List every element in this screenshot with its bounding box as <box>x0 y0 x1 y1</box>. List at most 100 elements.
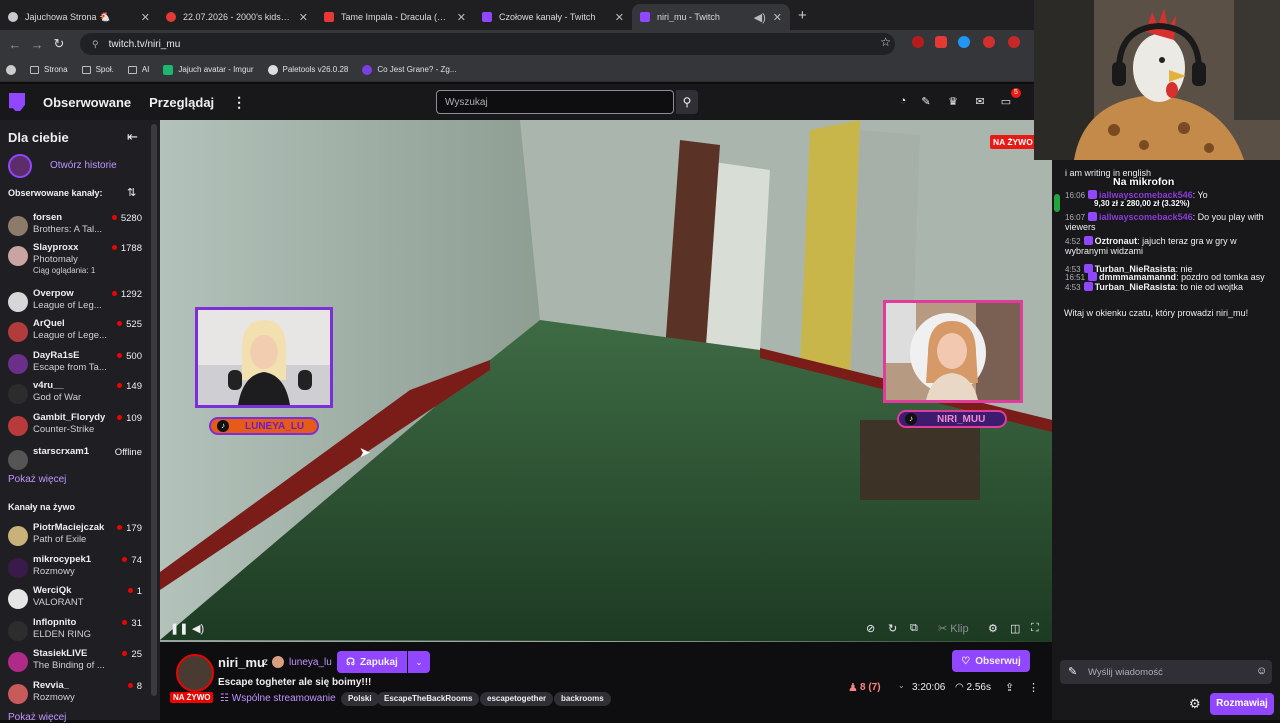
extension-icon[interactable]: ✎ <box>919 95 933 109</box>
bookmark-folder[interactable]: AI <box>127 65 149 74</box>
nav-browse[interactable]: Przeglądaj <box>149 95 214 110</box>
chat-username[interactable]: dmmmamamannd <box>1099 272 1176 282</box>
more-menu-icon[interactable]: ⋮ <box>232 94 246 111</box>
browser-tab-active[interactable]: niri_mu - Twitch ◀) ✕ <box>632 4 790 30</box>
chat-input[interactable]: Wyślij wiadomość <box>1060 660 1272 684</box>
replay-icon[interactable]: ↻ <box>888 622 897 635</box>
tag[interactable]: EscapeTheBackRooms <box>377 692 480 706</box>
sort-icon[interactable]: ⇅ <box>127 186 136 199</box>
volume-icon[interactable]: ◀) <box>192 622 204 635</box>
sidebar-channel[interactable]: DayRa1sE Escape from Ta... 500 <box>6 350 150 380</box>
theatre-mode-icon[interactable]: ◫ <box>1010 622 1020 635</box>
browser-tab[interactable]: 22.07.2026 - 2000's kids radio | ✕ <box>158 4 316 30</box>
tag[interactable]: Polski <box>341 692 379 706</box>
tiktok-name: LUNEYA_LU <box>245 420 305 432</box>
bookmark-folder[interactable]: Społ. <box>81 65 114 74</box>
sidebar-channel[interactable]: ArQuel League of Lege... 525 <box>6 318 150 348</box>
sidebar-channel[interactable]: Slayproxx Photomaly 1788 Ciąg oglądania: 1 <box>6 242 150 275</box>
show-more-link[interactable]: Pokaż więcej <box>8 474 66 485</box>
avatar[interactable] <box>272 656 284 668</box>
emote-icon[interactable]: ☺ <box>1256 665 1267 677</box>
sidebar-channel[interactable]: v4ru__ God of War 149 <box>6 380 150 410</box>
bits-icon[interactable]: ✎ <box>1068 665 1077 678</box>
tab-close-icon[interactable]: ✕ <box>457 11 466 24</box>
picture-in-picture-icon[interactable]: ⧉ <box>910 622 918 635</box>
webcam-overlay-right <box>883 300 1023 403</box>
prime-icon[interactable]: ◔ <box>896 95 910 109</box>
bookmark-link[interactable]: Paletools v26.0.28 <box>267 64 348 75</box>
sidebar-channel[interactable]: Inflopnito ELDEN RING 31 <box>6 617 150 647</box>
sidebar-channel[interactable]: WerciQk VALORANT 1 <box>6 585 150 615</box>
sidebar-channel[interactable]: mikrocypek1 Rozmowy 74 <box>6 554 150 584</box>
youtube-extension-icon[interactable] <box>935 36 947 48</box>
collapse-sidebar-icon[interactable]: ⇤ <box>127 129 138 145</box>
site-info-icon[interactable]: ⚲ <box>92 39 99 50</box>
extension-icon[interactable] <box>983 36 995 48</box>
reload-icon[interactable]: ↻ <box>48 36 70 52</box>
search-button[interactable]: ⚲ <box>676 90 698 114</box>
sidebar-channel[interactable]: PiotrMaciejczak Path of Exile 179 <box>6 522 150 552</box>
bookmark-folder[interactable]: Strona <box>30 65 68 74</box>
more-options-icon[interactable]: ⋮ <box>1028 681 1039 694</box>
fullscreen-icon[interactable]: ⛶ <box>1031 622 1039 635</box>
tab-audio-icon[interactable]: ◀) <box>754 11 766 24</box>
tag[interactable]: escapetogether <box>480 692 554 706</box>
url-bar[interactable]: ⚲ twitch.tv/niri_mu ☆ <box>80 33 895 55</box>
sidebar-channel[interactable]: Gambit_Florydy Counter-Strike 109 <box>6 412 150 442</box>
tab-close-icon[interactable]: ✕ <box>773 11 782 24</box>
tab-close-icon[interactable]: ✕ <box>615 11 624 24</box>
sidebar-channel[interactable]: starscrxam1 Offline <box>6 446 150 476</box>
bookmark-star-icon[interactable]: ☆ <box>880 35 891 49</box>
folder-icon <box>30 65 39 74</box>
channel-game: League of Leg... <box>33 300 102 311</box>
avatar <box>8 683 28 704</box>
mute-audio-icon[interactable]: ⊘ <box>866 622 875 635</box>
crown-icon[interactable]: ♛ <box>946 95 960 109</box>
raid-button[interactable]: ☊ Zapukaj <box>337 651 407 673</box>
twitch-logo-icon[interactable] <box>9 93 25 111</box>
inbox-icon[interactable]: ✉ <box>973 95 987 109</box>
sidebar-channel[interactable]: forsen Brothers: A Tal... 5280 <box>6 212 150 242</box>
open-history-link[interactable]: Otwórz historie <box>50 160 117 171</box>
sidebar-channel[interactable]: Revvia_ Rozmowy 8 <box>6 680 150 710</box>
share-icon[interactable]: ⇪ <box>1005 681 1014 694</box>
chat-username[interactable]: Oztronaut <box>1095 236 1138 246</box>
bookmark-chrome[interactable] <box>6 64 16 75</box>
avatar[interactable] <box>176 654 214 692</box>
sidebar-channel[interactable]: StasiekLIVE The Binding of ... 25 <box>6 648 150 678</box>
forward-icon[interactable]: → <box>26 37 48 52</box>
chat-send-button[interactable]: Rozmawiaj <box>1210 693 1274 715</box>
browser-tab[interactable]: Jajuchowa Strona 🐔 ✕ <box>0 4 158 30</box>
whispers-icon[interactable]: ▭ <box>999 95 1013 109</box>
browser-tab[interactable]: Tame Impala - Dracula (Official ✕ <box>316 4 474 30</box>
new-tab-button[interactable]: + <box>798 7 807 24</box>
extension-icon[interactable] <box>958 36 970 48</box>
extension-icon[interactable] <box>1008 36 1020 48</box>
tag[interactable]: backrooms <box>554 692 611 706</box>
chat-username[interactable]: Turban_NieRasista <box>1095 282 1176 292</box>
back-icon[interactable]: ← <box>4 37 26 52</box>
show-more-link[interactable]: Pokaż więcej <box>8 712 66 723</box>
bookmark-link[interactable]: Co Jest Grane? - Zg... <box>362 64 456 75</box>
search-input[interactable]: Wyszukaj <box>436 90 674 114</box>
streamer-name[interactable]: niri_mu <box>218 655 265 670</box>
raid-dropdown[interactable]: ⌄ <box>408 651 430 673</box>
video-player[interactable]: NA ŻYWO ♪ LUNEYA_LU ♪ NIRI_MUU ➤ ❚❚ ◀) ⊘… <box>160 120 1052 642</box>
tab-close-icon[interactable]: ✕ <box>299 11 308 24</box>
collab-name[interactable]: luneya_lu <box>289 657 332 668</box>
browser-tab[interactable]: Czołowe kanały - Twitch ✕ <box>474 4 632 30</box>
nav-following[interactable]: Obserwowane <box>43 95 131 110</box>
chat-settings-icon[interactable]: ⚙ <box>1189 696 1201 712</box>
tab-close-icon[interactable]: ✕ <box>141 11 150 24</box>
sidebar-channel[interactable]: Overpow League of Leg... 1292 <box>6 288 150 318</box>
bookmark-link[interactable]: Jajuch avatar - Imgur <box>163 64 254 75</box>
clip-button[interactable]: ✂ Klip <box>938 622 969 635</box>
follow-button[interactable]: ♡ Obserwuj <box>952 650 1030 672</box>
sidebar-scrollbar[interactable] <box>151 124 157 696</box>
pause-icon[interactable]: ❚❚ <box>170 622 188 635</box>
chevron-down-icon[interactable]: ⌄ <box>898 681 905 690</box>
avatar[interactable] <box>8 154 32 178</box>
settings-icon[interactable]: ⚙ <box>988 622 998 635</box>
extension-icon[interactable] <box>912 36 924 48</box>
shared-stream-link[interactable]: ☷ Wspólne streamowanie <box>220 693 336 704</box>
